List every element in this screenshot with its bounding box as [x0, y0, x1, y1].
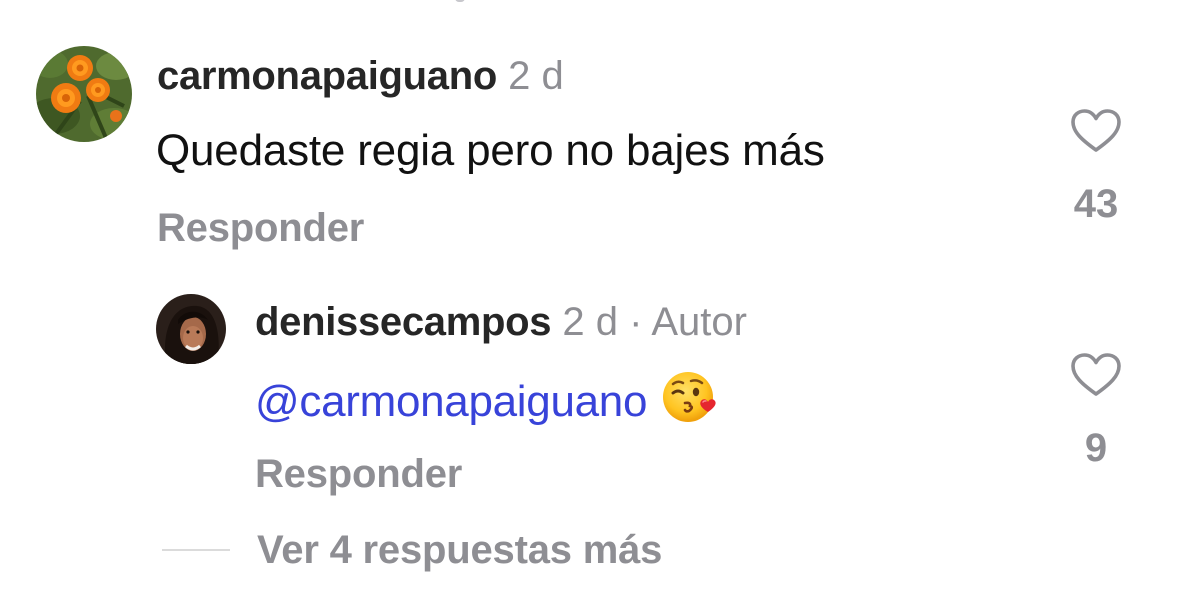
avatar[interactable] [156, 294, 226, 364]
replies-divider [162, 549, 230, 551]
reply-button[interactable]: Responder [157, 204, 364, 252]
comment-header: denissecampos 2 d · Autor [255, 298, 747, 346]
comment-text: @carmonapaiguano [255, 368, 719, 429]
woman-portrait-avatar [156, 294, 226, 364]
username[interactable]: denissecampos [255, 300, 552, 344]
mention-link[interactable]: @carmonapaiguano [255, 377, 647, 426]
timestamp: 2 d [508, 54, 564, 98]
reply-button[interactable]: Responder [255, 450, 462, 498]
comment-text: Quedaste regia pero no bajes más [156, 126, 825, 175]
comment-header: carmonapaiguano 2 d [157, 52, 564, 100]
heart-outline-icon[interactable] [1070, 108, 1122, 154]
view-more-replies-button[interactable]: Ver 4 respuestas más [257, 526, 662, 574]
separator-dot: · [629, 300, 643, 344]
marigold-flowers-avatar [36, 46, 132, 142]
scroll-indicator [455, 0, 465, 2]
author-badge: Autor [651, 300, 747, 344]
comments-thread: carmonapaiguano 2 d Quedaste regia pero … [0, 0, 1179, 616]
like-count: 43 [1073, 182, 1119, 226]
heart-outline-icon[interactable] [1070, 352, 1122, 398]
avatar[interactable] [36, 46, 132, 142]
username[interactable]: carmonapaiguano [157, 54, 497, 98]
timestamp: 2 d [562, 300, 618, 344]
kissing-face-emoji-icon [661, 368, 719, 426]
like-count: 9 [1084, 426, 1108, 470]
